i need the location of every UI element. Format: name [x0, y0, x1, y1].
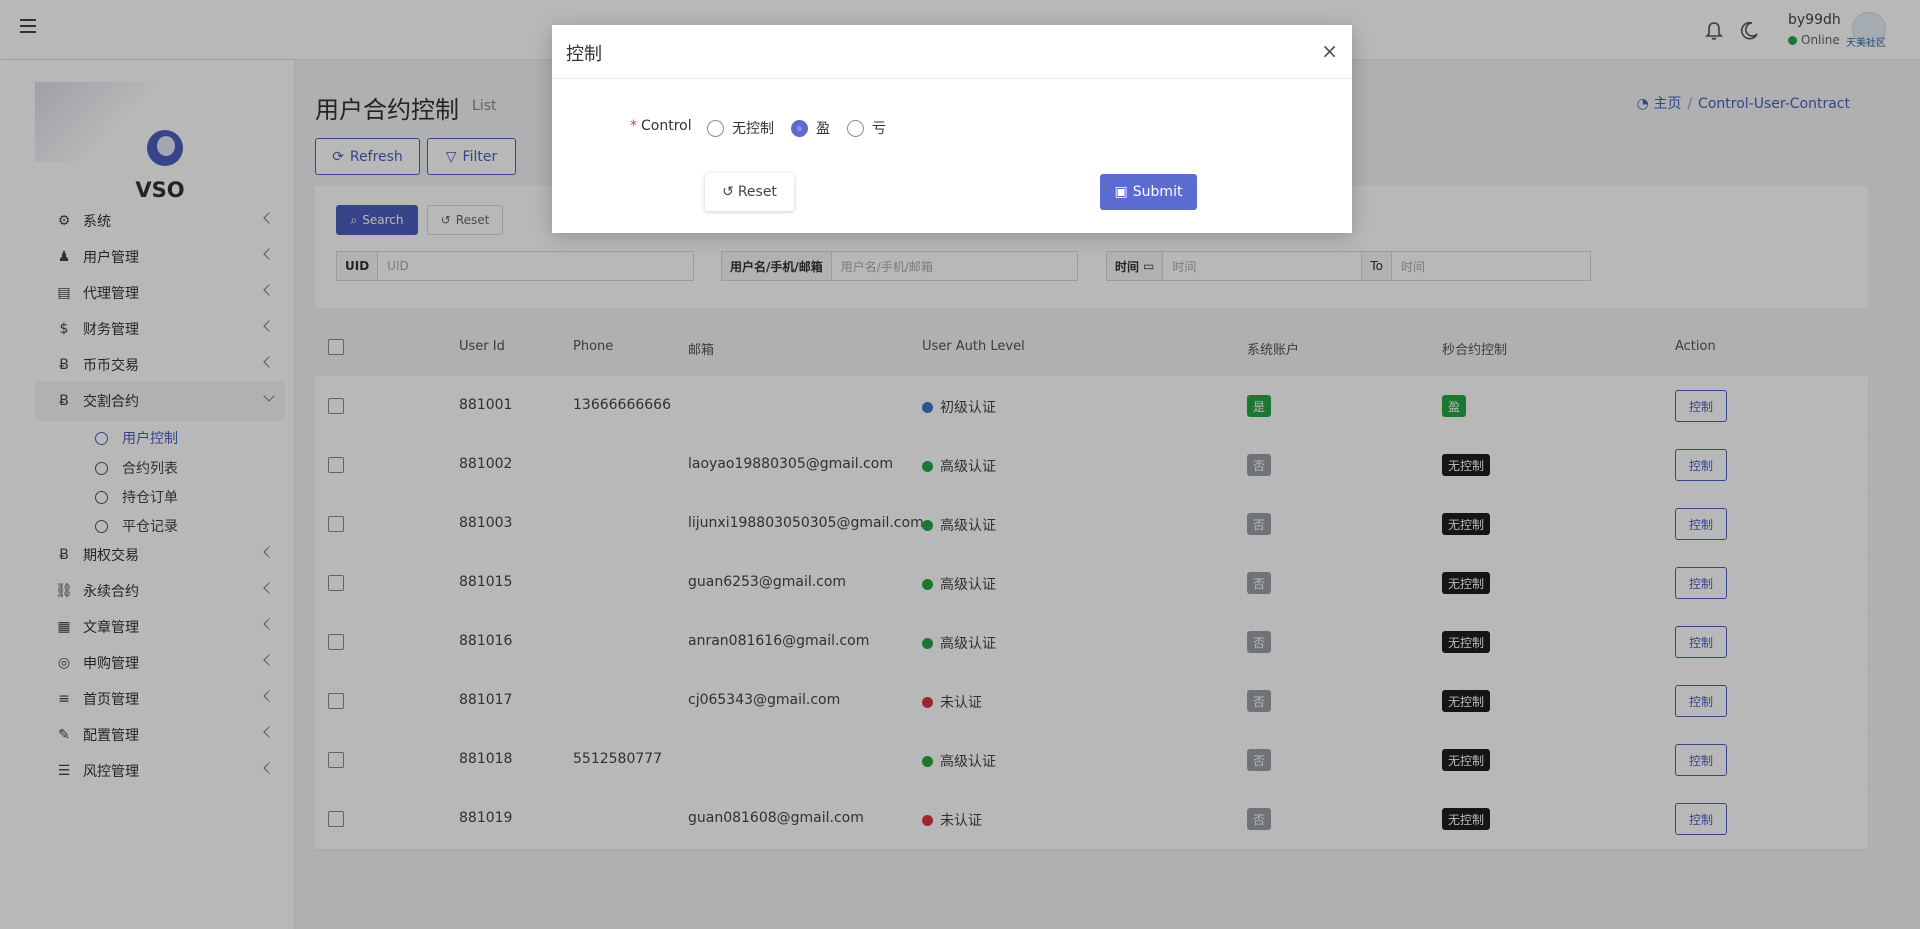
close-icon[interactable]: × [1321, 39, 1338, 63]
radio-no-control-label[interactable]: 无控制 [732, 118, 774, 138]
modal-reset-button[interactable]: ↺ Reset [705, 173, 794, 211]
control-label-text: Control [641, 118, 692, 134]
modal-title: 控制 [566, 44, 602, 65]
radio-profit[interactable] [791, 120, 808, 137]
modal-reset-label: Reset [737, 184, 777, 200]
control-modal: 控制 × * Control 无控制 盈 亏 ↺ Reset ▣ Submit [552, 25, 1352, 233]
radio-profit-label[interactable]: 盈 [816, 118, 830, 138]
radio-loss[interactable] [847, 120, 864, 137]
control-field-label: * Control [630, 118, 692, 134]
modal-submit-button[interactable]: ▣ Submit [1100, 174, 1197, 210]
radio-no-control[interactable] [707, 120, 724, 137]
radio-loss-label[interactable]: 亏 [872, 118, 886, 138]
modal-submit-label: Submit [1132, 184, 1183, 200]
required-marker: * [630, 118, 637, 134]
undo-icon: ↺ [722, 184, 734, 200]
save-icon: ▣ [1114, 184, 1128, 200]
modal-header: 控制 × [552, 25, 1352, 79]
